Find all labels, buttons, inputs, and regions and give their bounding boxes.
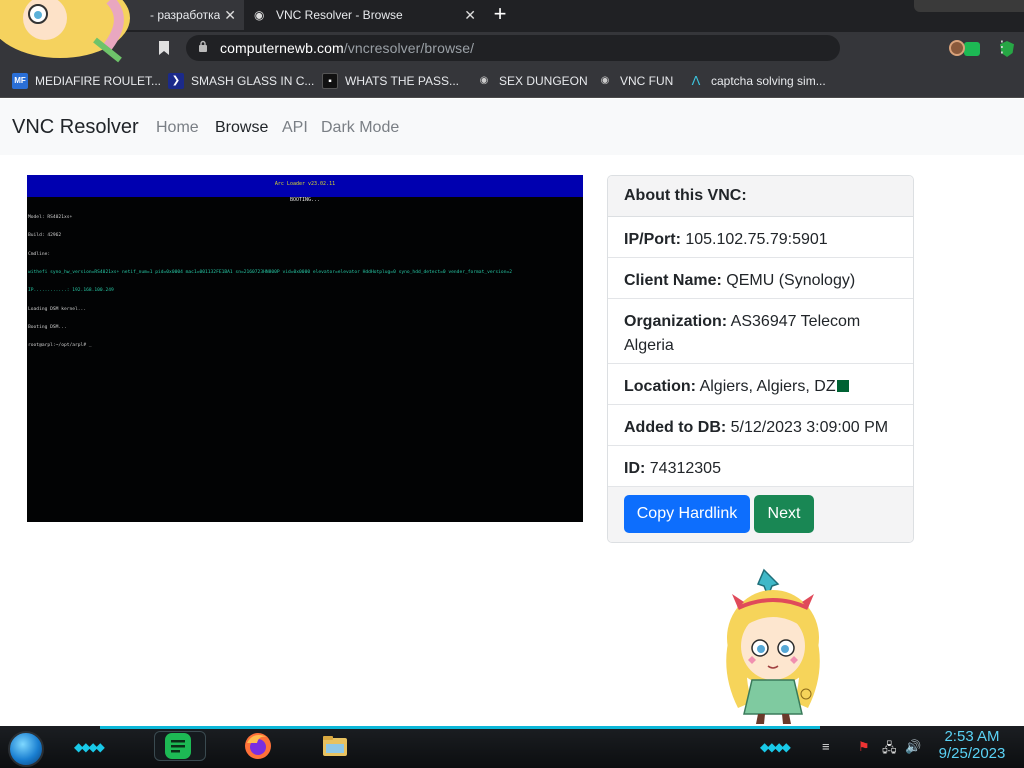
field-label: IP/Port: bbox=[624, 231, 681, 248]
chat-app-icon[interactable] bbox=[163, 731, 193, 761]
file-explorer-icon[interactable] bbox=[320, 731, 350, 761]
address-bar[interactable]: computernewb.com/vncresolver/browse/ bbox=[186, 35, 1014, 61]
field-ip-port: IP/Port: 105.102.75.79:5901 bbox=[608, 217, 913, 258]
profile-avatar[interactable] bbox=[949, 40, 965, 56]
square-logo-icon: ▪ bbox=[322, 73, 338, 89]
site-brand[interactable]: VNC Resolver bbox=[12, 116, 139, 139]
bookmark-label: captcha solving sim... bbox=[711, 74, 826, 88]
close-tab-icon[interactable]: ✕ bbox=[464, 7, 476, 24]
chevron-deco-icon: ◆◆◆◆ bbox=[760, 740, 791, 754]
tab-label: - разработка bbox=[150, 8, 221, 22]
url-text: computernewb.com/vncresolver/browse/ bbox=[220, 40, 474, 56]
bookmark-label: MEDIAFIRE ROULET... bbox=[35, 74, 162, 88]
bookmark-smash-glass[interactable]: ❯ SMASH GLASS IN C... bbox=[168, 72, 314, 90]
nav-link-dark-mode[interactable]: Dark Mode bbox=[321, 119, 399, 137]
taskbar-accent-line bbox=[100, 726, 820, 729]
console-line: Model: RS4021xs+ bbox=[28, 215, 73, 221]
mediafire-icon: MF bbox=[12, 73, 28, 89]
nav-link-browse[interactable]: Browse bbox=[215, 119, 268, 137]
vnc-loader-title: Arc Loader v23.02.11 bbox=[274, 181, 336, 187]
vnc-eye-icon: ◉ bbox=[254, 8, 265, 22]
field-label: Location: bbox=[624, 378, 696, 395]
field-label: Added to DB: bbox=[624, 419, 727, 436]
vnc-console-output: Model: RS4021xs+ Build: 42962 Cmdline: w… bbox=[28, 203, 580, 361]
bookmarks-bar: MF MEDIAFIRE ROULET... ❯ SMASH GLASS IN … bbox=[0, 64, 1024, 98]
copy-hardlink-button[interactable]: Copy Hardlink bbox=[624, 495, 750, 533]
chevron-logo-icon: ❯ bbox=[168, 73, 184, 89]
browser-toolbar: computernewb.com/vncresolver/browse/ ⋮ bbox=[0, 32, 1024, 64]
show-desktop-icon[interactable]: ≡ bbox=[822, 739, 830, 754]
console-line: root@arpl:~/opt/arpl# _ bbox=[28, 343, 92, 349]
volume-icon[interactable]: 🔊 bbox=[905, 739, 921, 755]
console-line: Loading DSM kernel... bbox=[28, 306, 87, 312]
close-tab-icon[interactable]: ✕ bbox=[224, 7, 236, 24]
vnc-eye-icon: ◉ bbox=[479, 75, 489, 86]
field-value: Algiers, Algiers, DZ bbox=[699, 378, 836, 395]
browser-tab-strip: - разработка ✕ ◉ VNC Resolver - Browse ✕… bbox=[0, 0, 1024, 32]
bookmark-label: SEX DUNGEON bbox=[499, 74, 588, 88]
field-value: QEMU (Synology) bbox=[726, 272, 856, 289]
cartoon-mascot-corner-icon bbox=[0, 0, 130, 63]
window-controls[interactable] bbox=[914, 0, 1024, 12]
bookmark-sex-dungeon[interactable]: ◉ SEX DUNGEON bbox=[476, 72, 588, 90]
console-line: IP............: 192.168.100.249 bbox=[28, 288, 114, 294]
field-value: 105.102.75.79:5901 bbox=[685, 231, 828, 248]
extension-chat-icon[interactable] bbox=[964, 42, 980, 56]
new-tab-button[interactable]: + bbox=[488, 3, 512, 27]
field-label: ID: bbox=[624, 460, 646, 477]
cartoon-mascot-icon bbox=[726, 568, 820, 724]
bookmark-icon[interactable] bbox=[158, 40, 170, 56]
field-location: Location: Algiers, Algiers, DZ bbox=[608, 364, 913, 405]
nav-link-home[interactable]: Home bbox=[156, 119, 199, 137]
field-organization: Organization: AS36947 Telecom Algeria bbox=[608, 299, 913, 364]
url-host: computernewb.com bbox=[220, 40, 344, 56]
console-line: Booting DSM... bbox=[28, 324, 67, 330]
console-line: Build: 42962 bbox=[28, 233, 62, 239]
card-title: About this VNC: bbox=[608, 176, 913, 217]
field-value: 5/12/2023 3:09:00 PM bbox=[730, 419, 889, 436]
clock-time: 2:53 AM bbox=[944, 728, 1000, 745]
bookmark-label: VNC FUN bbox=[620, 74, 674, 88]
lock-icon bbox=[198, 40, 208, 55]
chevron-deco-icon: ◆◆◆◆ bbox=[74, 740, 105, 754]
next-button[interactable]: Next bbox=[754, 495, 814, 533]
taskbar-clock[interactable]: 2:53 AM 9/25/2023 bbox=[928, 728, 1016, 762]
field-id: ID: 74312305 bbox=[608, 446, 913, 487]
tab-vnc-resolver[interactable]: ◉ VNC Resolver - Browse ✕ bbox=[244, 0, 484, 30]
field-value: 74312305 bbox=[649, 460, 721, 477]
field-added-to-db: Added to DB: 5/12/2023 3:09:00 PM bbox=[608, 405, 913, 446]
flag-tray-icon[interactable]: ⚑ bbox=[858, 739, 870, 755]
site-navbar: VNC Resolver Home Browse API Dark Mode bbox=[0, 99, 1024, 155]
network-icon[interactable]: 🖧 bbox=[882, 739, 897, 761]
vnc-info-card: About this VNC: IP/Port: 105.102.75.79:5… bbox=[607, 175, 914, 543]
card-footer: Copy Hardlink Next bbox=[608, 487, 913, 542]
firefox-icon[interactable] bbox=[243, 731, 273, 761]
algeria-flag-icon bbox=[836, 380, 849, 392]
bookmark-label: SMASH GLASS IN C... bbox=[191, 74, 315, 88]
caret-logo-icon: Λ bbox=[691, 73, 701, 88]
field-label: Organization: bbox=[624, 313, 728, 330]
start-orb-icon[interactable] bbox=[8, 731, 44, 767]
vnc-eye-icon: ◉ bbox=[600, 75, 610, 86]
clock-date: 9/25/2023 bbox=[938, 745, 1006, 762]
bookmark-whats-the-pass[interactable]: ▪ WHATS THE PASS... bbox=[322, 72, 459, 90]
console-line: Cmdline: bbox=[28, 251, 51, 257]
field-client-name: Client Name: QEMU (Synology) bbox=[608, 258, 913, 299]
bookmark-label: WHATS THE PASS... bbox=[345, 74, 460, 88]
url-path: /vncresolver/browse/ bbox=[343, 40, 475, 56]
bookmark-mediafire[interactable]: MF MEDIAFIRE ROULET... bbox=[12, 72, 161, 90]
bookmark-captcha[interactable]: Λ captcha solving sim... bbox=[688, 72, 826, 90]
nav-link-api[interactable]: API bbox=[282, 119, 308, 137]
bookmark-vnc-fun[interactable]: ◉ VNC FUN bbox=[597, 72, 674, 90]
tab-label: VNC Resolver - Browse bbox=[276, 8, 403, 22]
console-line: withefi syno_hw_version=RS4021xs+ netif_… bbox=[28, 270, 512, 276]
field-label: Client Name: bbox=[624, 272, 722, 289]
browser-menu-icon[interactable]: ⋮ bbox=[994, 37, 1010, 57]
vnc-screenshot: Arc Loader v23.02.11 BOOTING... Model: R… bbox=[27, 175, 583, 522]
